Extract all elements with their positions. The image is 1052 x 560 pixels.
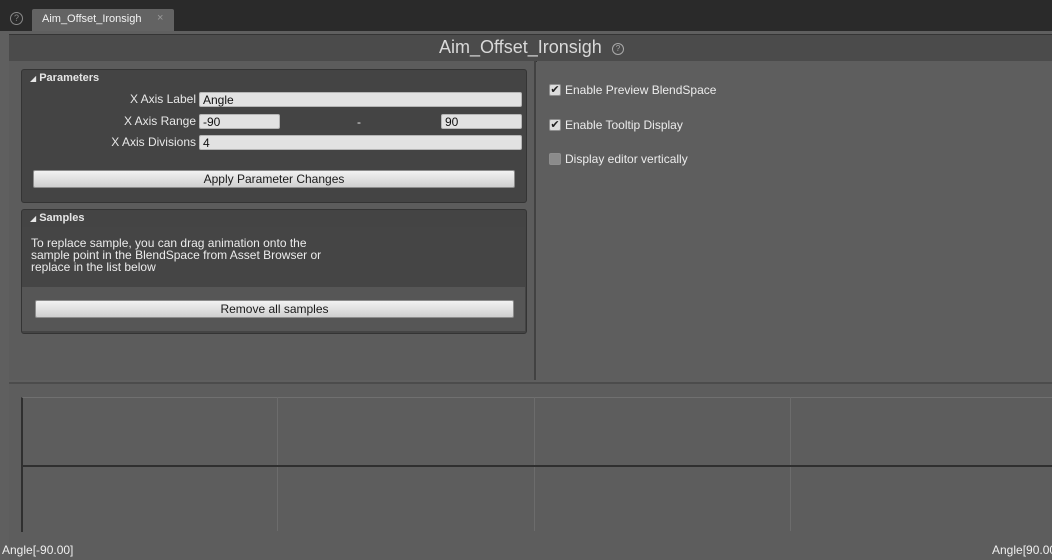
enable-preview-checkbox[interactable]: ✔ <box>549 84 561 96</box>
samples-header-label: Samples <box>39 212 85 224</box>
close-icon[interactable]: × <box>157 12 163 24</box>
title-bar: Aim_Offset_Ironsigh ? <box>9 34 1052 62</box>
remove-all-samples-button[interactable]: Remove all samples <box>35 300 514 318</box>
document-tab[interactable]: Aim_Offset_Ironsigh × <box>32 9 174 31</box>
x-axis-divisions-label: X Axis Divisions <box>111 135 196 149</box>
parameters-header-label: Parameters <box>39 72 100 84</box>
axis-max-label: Angle[90.00] <box>992 543 1052 557</box>
samples-help-line: replace in the list below <box>31 260 156 274</box>
x-axis-range-max-input[interactable]: 90 <box>441 114 522 129</box>
tab-bar: ? Aim_Offset_Ironsigh × <box>0 0 1052 31</box>
enable-preview-label: Enable Preview BlendSpace <box>565 83 717 97</box>
tab-label: Aim_Offset_Ironsigh <box>42 13 142 25</box>
parameters-header[interactable]: ◢ Parameters <box>22 70 526 86</box>
x-axis-label-input[interactable]: Angle <box>199 92 522 107</box>
help-icon[interactable]: ? <box>10 12 23 25</box>
x-axis-label-label: X Axis Label <box>129 92 196 106</box>
enable-tooltip-label: Enable Tooltip Display <box>565 118 683 132</box>
right-panel <box>537 61 1052 380</box>
enable-tooltip-checkbox[interactable]: ✔ <box>549 119 561 131</box>
check-icon: ✔ <box>550 84 560 96</box>
grid-axis-line <box>21 465 1052 467</box>
grid-line <box>534 397 535 531</box>
display-vertically-checkbox[interactable] <box>549 153 561 165</box>
check-icon: ✔ <box>550 119 560 131</box>
x-axis-range-label: X Axis Range <box>123 114 196 128</box>
x-axis-divisions-input[interactable]: 4 <box>199 135 522 150</box>
page-title: Aim_Offset_Ironsigh <box>439 37 602 57</box>
axis-max-label-clip: Angle[90.00] <box>980 541 1052 558</box>
grid-line <box>277 397 278 531</box>
collapse-arrow-icon: ◢ <box>30 74 37 83</box>
display-vertically-label: Display editor vertically <box>565 152 688 166</box>
samples-help-text: To replace sample, you can drag animatio… <box>31 237 351 273</box>
samples-header[interactable]: ◢ Samples <box>22 210 526 226</box>
grid-line <box>790 397 791 531</box>
range-separator: - <box>357 115 361 129</box>
axis-min-label: Angle[-90.00] <box>2 543 74 557</box>
help-icon[interactable]: ? <box>612 43 624 55</box>
collapse-arrow-icon: ◢ <box>30 214 37 223</box>
apply-parameter-changes-button[interactable]: Apply Parameter Changes <box>33 170 515 188</box>
x-axis-range-min-input[interactable]: -90 <box>199 114 280 129</box>
